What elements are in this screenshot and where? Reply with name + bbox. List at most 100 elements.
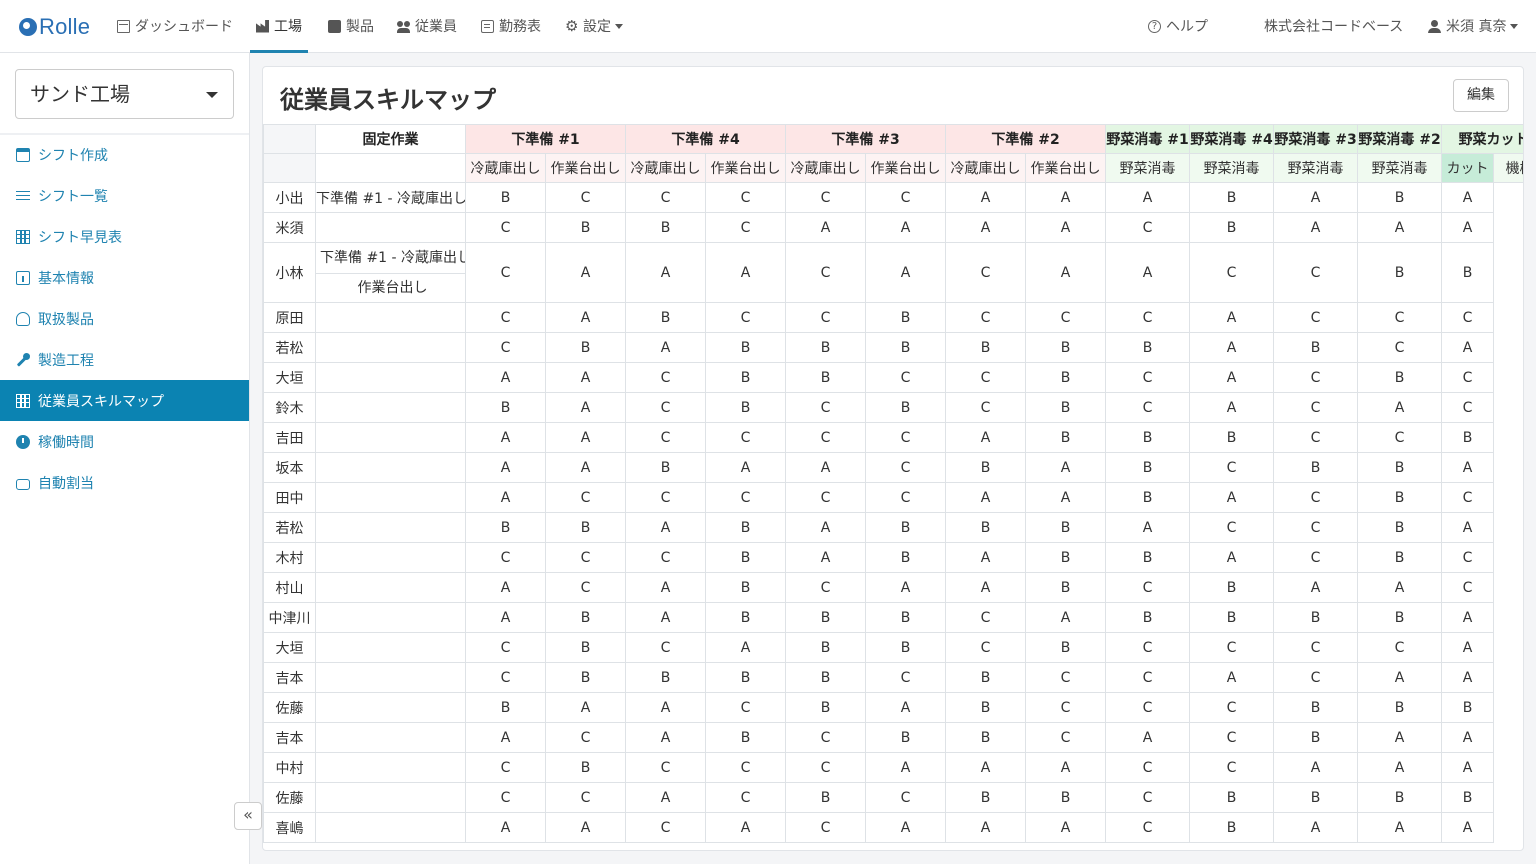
skill-cell[interactable]: B — [705, 542, 787, 573]
skill-cell[interactable]: B — [1273, 722, 1359, 753]
skill-cell[interactable]: A — [785, 452, 867, 483]
skill-cell[interactable]: A — [945, 482, 1027, 513]
skill-cell[interactable]: B — [1357, 602, 1443, 633]
skill-cell[interactable]: A — [1273, 212, 1359, 243]
skill-cell[interactable]: A — [1025, 752, 1107, 783]
skill-cell[interactable]: B — [865, 722, 947, 753]
skill-cell[interactable]: A — [945, 212, 1027, 243]
skill-cell[interactable]: C — [1105, 302, 1191, 333]
skill-cell[interactable]: B — [544, 512, 627, 543]
skill-cell[interactable]: B — [1189, 782, 1275, 813]
skill-cell[interactable]: A — [1357, 812, 1443, 843]
skill-cell[interactable]: A — [1441, 722, 1495, 753]
skill-cell[interactable]: A — [705, 632, 787, 663]
edit-button[interactable]: 編集 — [1453, 79, 1509, 112]
skill-cell[interactable]: B — [705, 332, 787, 363]
table-row[interactable]: 大垣 C B C A B B C B C C C C A — [263, 632, 1524, 663]
nav-dashboard[interactable]: ダッシュボード — [117, 0, 233, 52]
skill-cell[interactable]: C — [945, 362, 1027, 393]
skill-cell[interactable]: A — [785, 512, 867, 543]
skill-cell[interactable]: A — [945, 812, 1027, 843]
skill-cell[interactable]: A — [865, 752, 947, 783]
skill-cell[interactable]: C — [785, 182, 867, 213]
skill-cell[interactable]: A — [1441, 332, 1495, 363]
skill-cell[interactable]: C — [705, 482, 787, 513]
skill-cell[interactable]: C — [465, 662, 546, 693]
skill-cell[interactable]: C — [465, 782, 546, 813]
skill-cell[interactable]: B — [1357, 242, 1443, 303]
skill-cell[interactable]: B — [1357, 542, 1443, 573]
skill-cell[interactable]: C — [625, 362, 707, 393]
skill-cell[interactable]: C — [865, 482, 947, 513]
skill-cell[interactable]: B — [1357, 692, 1443, 723]
skill-cell[interactable]: B — [1025, 512, 1107, 543]
skill-cell[interactable]: A — [945, 182, 1027, 213]
skill-cell[interactable]: C — [465, 752, 546, 783]
skill-cell[interactable]: B — [544, 752, 627, 783]
skill-cell[interactable]: B — [625, 662, 707, 693]
skill-cell[interactable]: A — [544, 452, 627, 483]
skill-cell[interactable]: B — [1273, 332, 1359, 363]
skill-cell[interactable]: C — [705, 752, 787, 783]
sidebar-item-auto-assign[interactable]: 自動割当 — [0, 462, 249, 503]
skill-cell[interactable]: A — [945, 422, 1027, 453]
skill-cell[interactable]: A — [1273, 812, 1359, 843]
skill-cell[interactable]: B — [785, 632, 867, 663]
skill-cell[interactable]: A — [705, 242, 787, 303]
skill-cell[interactable]: B — [465, 182, 546, 213]
skill-cell[interactable]: C — [1105, 752, 1191, 783]
table-row[interactable]: 原田 C A B C C B C C C A C C C — [263, 302, 1524, 333]
factory-select[interactable]: サンド工場 — [15, 69, 234, 119]
skill-cell[interactable]: B — [945, 692, 1027, 723]
skill-cell[interactable]: C — [945, 632, 1027, 663]
skill-cell[interactable]: C — [1441, 542, 1495, 573]
table-row[interactable]: 吉本 A C A B C B B C A C B A A — [263, 722, 1524, 753]
skill-cell[interactable]: A — [625, 722, 707, 753]
skill-cell[interactable]: A — [785, 542, 867, 573]
skill-cell[interactable]: C — [625, 182, 707, 213]
skill-cell[interactable]: C — [1273, 662, 1359, 693]
skill-cell[interactable]: C — [1189, 752, 1275, 783]
skill-cell[interactable]: C — [625, 392, 707, 423]
skill-cell[interactable]: B — [544, 662, 627, 693]
skill-cell[interactable]: C — [1189, 632, 1275, 663]
skill-cell[interactable]: A — [945, 542, 1027, 573]
skill-cell[interactable]: C — [1025, 302, 1107, 333]
skill-cell[interactable]: C — [544, 722, 627, 753]
skill-cell[interactable]: A — [785, 212, 867, 243]
skill-cell[interactable]: A — [1441, 512, 1495, 543]
skill-cell[interactable]: A — [1189, 542, 1275, 573]
table-row[interactable]: 坂本 A A B A A C B A B C B B A — [263, 452, 1524, 483]
skill-cell[interactable]: A — [1025, 602, 1107, 633]
skill-cell[interactable]: B — [1441, 692, 1495, 723]
skill-cell[interactable]: A — [544, 422, 627, 453]
skill-cell[interactable]: A — [1273, 572, 1359, 603]
skill-cell[interactable]: A — [865, 242, 947, 303]
skill-cell[interactable]: B — [625, 302, 707, 333]
skill-cell[interactable]: C — [945, 392, 1027, 423]
skill-cell[interactable]: A — [865, 692, 947, 723]
skill-cell[interactable]: B — [1357, 482, 1443, 513]
skill-cell[interactable]: B — [945, 332, 1027, 363]
skill-cell[interactable]: C — [1273, 302, 1359, 333]
skill-cell[interactable]: B — [705, 362, 787, 393]
table-row[interactable]: 田中 A C C C C C A A B A C B C — [263, 482, 1524, 513]
table-row[interactable]: 中津川 A B A B B B C A B B B B A — [263, 602, 1524, 633]
table-row[interactable]: 大垣 A A C B B C C B C A C B C — [263, 362, 1524, 393]
skill-cell[interactable]: A — [1105, 182, 1191, 213]
skill-cell[interactable]: B — [705, 722, 787, 753]
skill-cell[interactable]: C — [865, 422, 947, 453]
skill-cell[interactable]: B — [1189, 602, 1275, 633]
skill-cell[interactable]: C — [1441, 302, 1495, 333]
skill-cell[interactable]: B — [785, 692, 867, 723]
skill-cell[interactable]: A — [544, 392, 627, 423]
skill-cell[interactable]: B — [865, 632, 947, 663]
skill-cell[interactable]: A — [1441, 212, 1495, 243]
skill-cell[interactable]: C — [785, 392, 867, 423]
skill-cell[interactable]: C — [1105, 632, 1191, 663]
skill-table-scroll[interactable]: 固定作業 下準備 #1 下準備 #4 下準備 #3 下準備 #2 野菜消毒 #1 野菜消毒 … — [263, 124, 1524, 850]
skill-cell[interactable]: A — [1441, 182, 1495, 213]
skill-cell[interactable]: B — [865, 392, 947, 423]
skill-cell[interactable]: B — [1441, 782, 1495, 813]
skill-cell[interactable]: A — [865, 812, 947, 843]
